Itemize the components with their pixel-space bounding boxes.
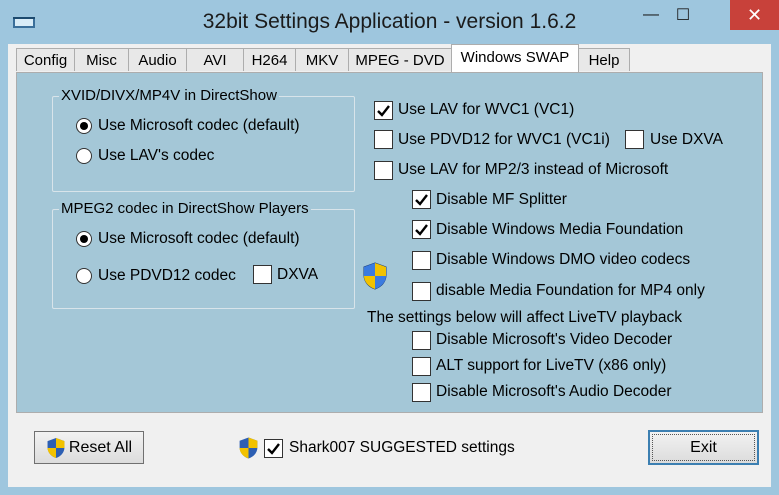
tab-avi[interactable]: AVI [186,48,244,71]
checkmark-icon [267,443,280,455]
uac-shield-icon [238,436,259,465]
maximize-button[interactable]: ☐ [659,0,707,30]
focus-rect [652,434,755,461]
mpeg2-group: MPEG2 codec in DirectShow Players [52,200,355,309]
disable-ms-audio-label[interactable]: Disable Microsoft's Audio Decoder [436,382,672,402]
xvid-microsoft-radio[interactable] [76,118,92,134]
use-dxva-label[interactable]: Use DXVA [650,130,723,150]
use-pdvd-wvc1-checkbox[interactable] [374,130,393,149]
use-pdvd-wvc1-label[interactable]: Use PDVD12 for WVC1 (VC1i) [398,130,610,150]
livetv-note: The settings below will affect LiveTV pl… [367,309,683,326]
use-lav-wvc1-label[interactable]: Use LAV for WVC1 (VC1) [398,100,574,120]
tab-windows-swap[interactable]: Windows SWAP [451,44,579,72]
disable-wmf-label[interactable]: Disable Windows Media Foundation [436,220,683,240]
mpeg2-pdvd-label[interactable]: Use PDVD12 codec [98,266,236,286]
mpeg2-pdvd-radio[interactable] [76,268,92,284]
mpeg2-microsoft-label[interactable]: Use Microsoft codec (default) [98,229,300,249]
disable-ms-video-label[interactable]: Disable Microsoft's Video Decoder [436,330,672,350]
xvid-lav-label[interactable]: Use LAV's codec [98,146,214,166]
reset-all-button[interactable]: Reset All [34,431,144,464]
mpeg2-group-title: MPEG2 codec in DirectShow Players [59,200,311,217]
tab-audio[interactable]: Audio [128,48,187,71]
disable-mf-splitter-checkbox[interactable] [412,190,431,209]
disable-ms-video-checkbox[interactable] [412,331,431,350]
disable-dmo-checkbox[interactable] [412,251,431,270]
alt-support-label[interactable]: ALT support for LiveTV (x86 only) [436,356,666,376]
close-button[interactable]: ✕ [730,0,779,30]
close-icon: ✕ [746,4,763,25]
disable-mf-mp4-label[interactable]: disable Media Foundation for MP4 only [436,281,705,301]
tab-misc[interactable]: Misc [74,48,129,71]
xvid-microsoft-label[interactable]: Use Microsoft codec (default) [98,116,300,136]
disable-wmf-checkbox[interactable] [412,220,431,239]
disable-mf-mp4-checkbox[interactable] [412,282,431,301]
disable-mf-splitter-label[interactable]: Disable MF Splitter [436,190,567,210]
use-lav-mp23-label[interactable]: Use LAV for MP2/3 instead of Microsoft [398,160,668,180]
exit-button[interactable]: Exit [648,430,759,465]
minimize-icon: — [643,6,659,23]
tab-config[interactable]: Config [16,48,75,71]
use-dxva-checkbox[interactable] [625,130,644,149]
app-window: 32bit Settings Application - version 1.6… [0,0,779,495]
disable-dmo-label[interactable]: Disable Windows DMO video codecs [436,250,690,270]
xvid-lav-radio[interactable] [76,148,92,164]
disable-ms-audio-checkbox[interactable] [412,383,431,402]
alt-support-checkbox[interactable] [412,357,431,376]
maximize-icon: ☐ [675,7,691,24]
tab-help[interactable]: Help [578,48,630,71]
checkmark-icon [415,224,428,236]
tab-mkv[interactable]: MKV [295,48,349,71]
suggested-settings-checkbox[interactable] [264,439,283,458]
uac-shield-icon [362,262,388,295]
checkmark-icon [415,194,428,206]
xvid-group: XVID/DIVX/MP4V in DirectShow [52,87,355,192]
mpeg2-dxva-label[interactable]: DXVA [277,265,318,285]
title-bar[interactable]: 32bit Settings Application - version 1.6… [0,0,779,44]
checkmark-icon [377,105,390,117]
uac-shield-icon [47,437,65,458]
suggested-settings-label[interactable]: Shark007 SUGGESTED settings [289,438,515,458]
use-lav-mp23-checkbox[interactable] [374,161,393,180]
use-lav-wvc1-checkbox[interactable] [374,101,393,120]
mpeg2-microsoft-radio[interactable] [76,231,92,247]
tab-h264[interactable]: H264 [243,48,296,71]
reset-all-label: Reset All [68,438,133,456]
xvid-group-title: XVID/DIVX/MP4V in DirectShow [59,87,279,104]
tab-mpeg-dvd[interactable]: MPEG - DVD [348,48,452,71]
mpeg2-dxva-checkbox[interactable] [253,265,272,284]
